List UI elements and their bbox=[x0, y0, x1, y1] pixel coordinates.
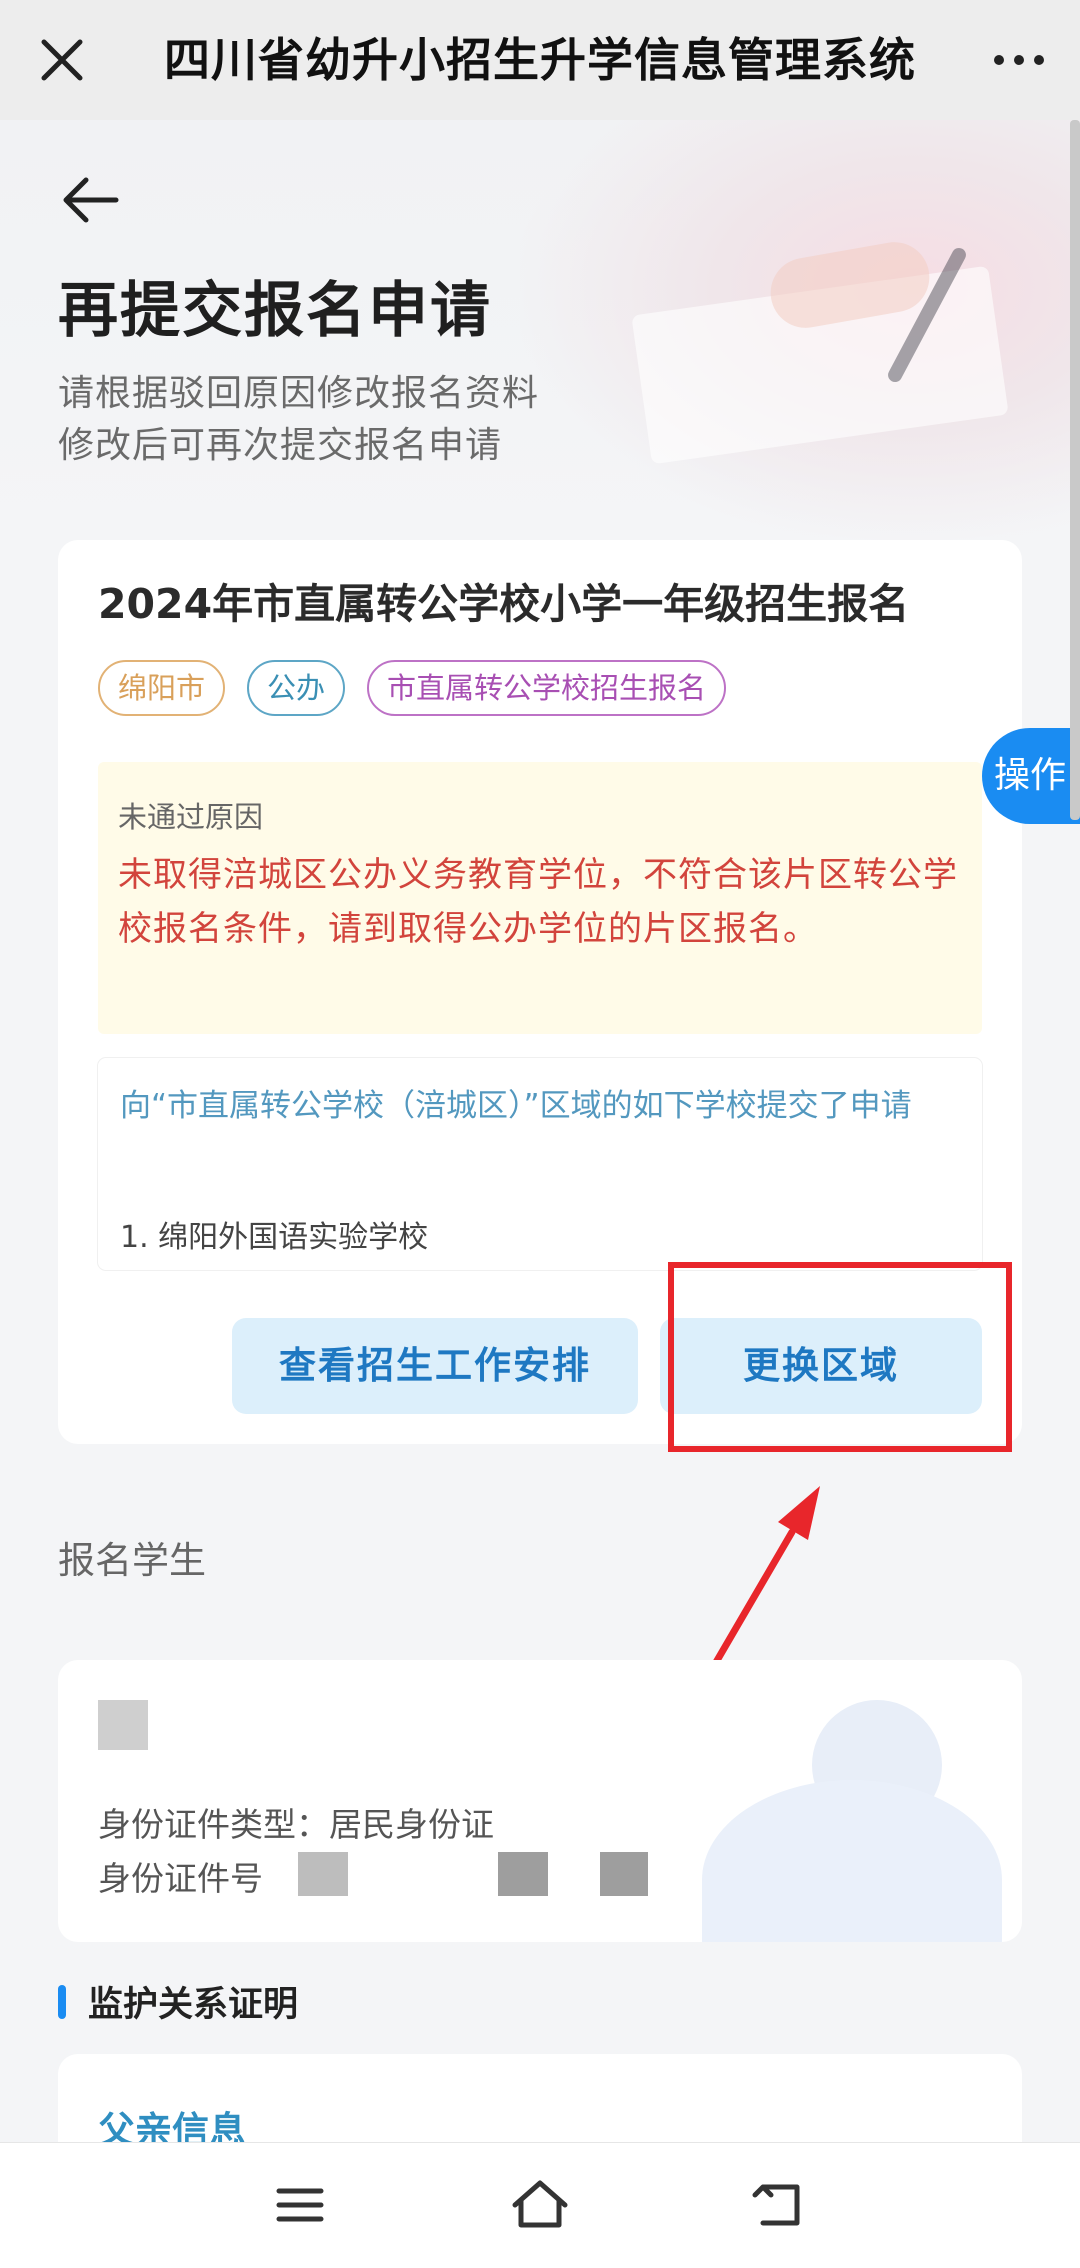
guardian-title: 监护关系证明 bbox=[88, 1985, 299, 2025]
hero-banner: 再提交报名申请 请根据驳回原因修改报名资料 修改后可再次提交报名申请 bbox=[0, 120, 1080, 540]
reason-text: 未取得涪城区公办义务教育学位，不符合该片区转公学校报名条件，请到取得公办学位的片… bbox=[118, 855, 958, 949]
view-schedule-button[interactable]: 查看招生工作安排 bbox=[232, 1318, 638, 1414]
tag-category: 市直属转公学校招生报名 bbox=[367, 660, 727, 716]
scrollbar[interactable] bbox=[1070, 120, 1080, 820]
id-number-blurred bbox=[600, 1852, 648, 1896]
highlight-box bbox=[668, 1262, 1012, 1452]
id-type-line: 身份证件类型：居民身份证 bbox=[98, 1805, 494, 1844]
tag-city: 绵阳市 bbox=[98, 660, 226, 716]
student-card: 身份证件类型：居民身份证 身份证件号 bbox=[58, 1660, 1022, 1942]
system-nav-bar bbox=[0, 2142, 1080, 2268]
rejection-reason-box: 未通过原因 未取得涪城区公办义务教育学位，不符合该片区转公学校报名条件，请到取得… bbox=[98, 762, 982, 1034]
applied-area-text: 向“市直属转公学校（涪城区）”区域的如下学校提交了申请 bbox=[120, 1088, 912, 1124]
student-name-blurred bbox=[98, 1700, 148, 1750]
title-bar: 四川省幼升小招生升学信息管理系统 bbox=[0, 0, 1080, 120]
applied-schools-box: 向“市直属转公学校（涪城区）”区域的如下学校提交了申请 1. 绵阳外国语实验学校 bbox=[98, 1058, 982, 1270]
home-icon[interactable] bbox=[505, 2173, 575, 2237]
back-arrow-icon[interactable] bbox=[56, 170, 126, 230]
tag-public: 公办 bbox=[247, 660, 346, 716]
id-number-blurred bbox=[298, 1852, 348, 1896]
applied-school-item: 1. 绵阳外国语实验学校 bbox=[120, 1220, 429, 1255]
menu-icon[interactable] bbox=[265, 2173, 335, 2237]
more-dots-icon[interactable] bbox=[984, 28, 1054, 92]
tag-list: 绵阳市 公办 市直属转公学校招生报名 bbox=[98, 660, 727, 716]
page-subtitle-1: 请根据驳回原因修改报名资料 bbox=[58, 373, 540, 414]
operation-float-button[interactable]: 操作 bbox=[982, 728, 1080, 824]
student-section-label: 报名学生 bbox=[58, 1539, 206, 1582]
application-title: 2024年市直属转公学校小学一年级招生报名 bbox=[98, 580, 910, 628]
guardian-section-header: 监护关系证明 bbox=[58, 1976, 298, 2027]
page-title: 再提交报名申请 bbox=[58, 276, 492, 346]
app-title: 四川省幼升小招生升学信息管理系统 bbox=[164, 33, 916, 87]
page-subtitle-2: 修改后可再次提交报名申请 bbox=[58, 425, 503, 466]
id-number-blurred bbox=[498, 1852, 548, 1896]
id-number-label: 身份证件号 bbox=[98, 1859, 263, 1898]
close-icon[interactable] bbox=[30, 28, 94, 92]
section-marker bbox=[58, 1984, 66, 2019]
back-nav-icon[interactable] bbox=[745, 2173, 815, 2237]
reason-label: 未通过原因 bbox=[118, 800, 264, 834]
hero-illustration bbox=[520, 120, 1080, 540]
